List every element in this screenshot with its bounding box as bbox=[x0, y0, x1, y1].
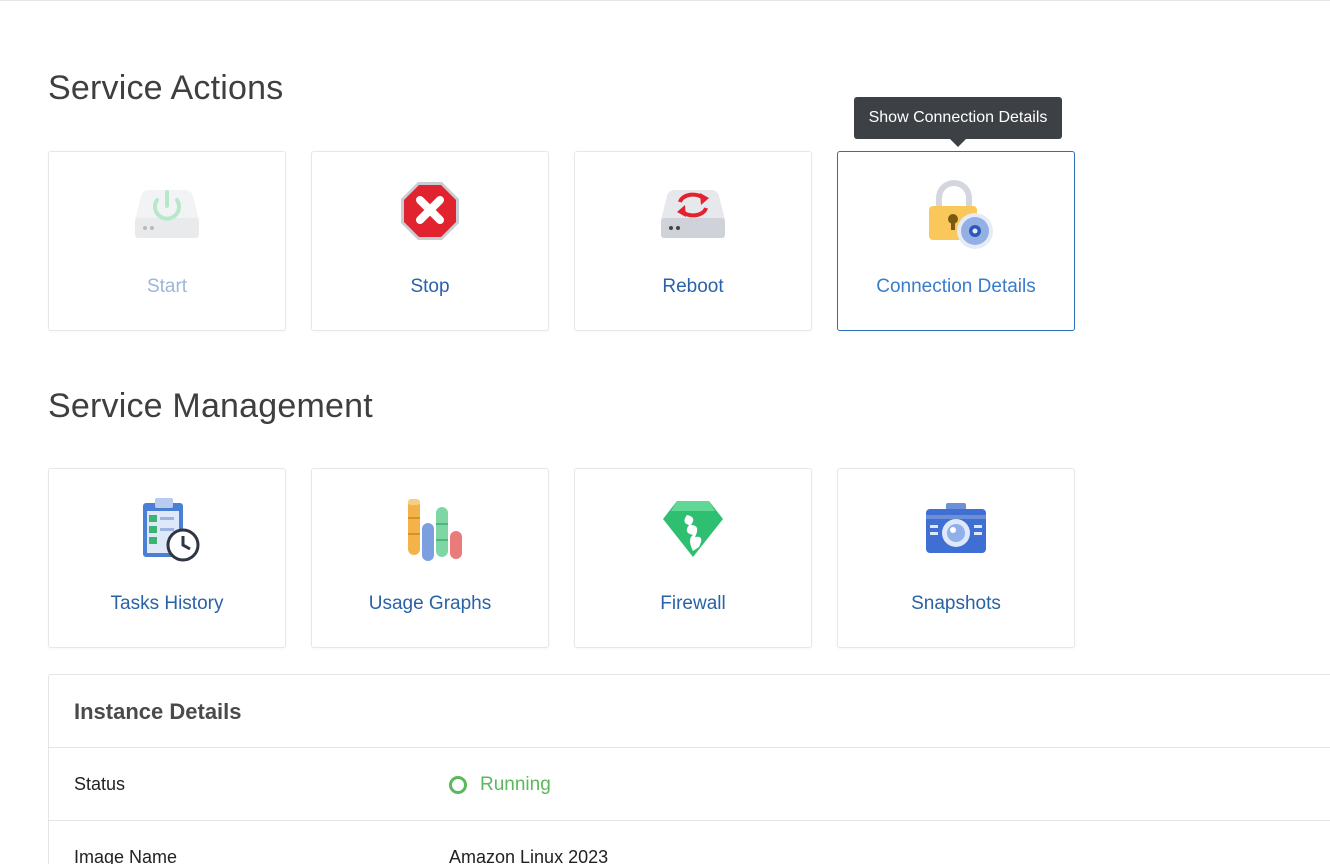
tasks-history-label: Tasks History bbox=[110, 593, 224, 614]
tasks-history-tile[interactable]: Tasks History bbox=[48, 468, 286, 648]
padlock-gear-icon bbox=[929, 180, 993, 249]
reboot-drive-icon bbox=[661, 190, 725, 238]
status-key: Status bbox=[74, 774, 126, 794]
power-drive-icon bbox=[135, 190, 199, 238]
service-actions-title: Service Actions bbox=[48, 69, 284, 107]
firewall-gem-icon bbox=[663, 501, 723, 557]
image-name-key: Image Name bbox=[74, 847, 178, 864]
reboot-tile[interactable]: Reboot bbox=[574, 151, 812, 331]
status-row: Status Running bbox=[49, 748, 1330, 821]
snapshots-label: Snapshots bbox=[911, 593, 1001, 614]
running-status-icon bbox=[449, 776, 467, 794]
usage-graphs-label: Usage Graphs bbox=[368, 593, 492, 614]
stop-label: Stop bbox=[410, 276, 450, 297]
service-management-grid: Tasks History Usage Graphs Firewall Snap… bbox=[48, 468, 1100, 648]
connection-details-label: Connection Details bbox=[876, 276, 1036, 297]
stop-tile[interactable]: Stop bbox=[311, 151, 549, 331]
service-page: Service Actions Start Stop Reboot Connec… bbox=[0, 0, 1330, 864]
status-value: Running bbox=[449, 774, 551, 796]
connection-details-tooltip: Show Connection Details bbox=[854, 97, 1062, 147]
stop-octagon-icon bbox=[401, 182, 459, 240]
service-actions-grid: Start Stop Reboot Connection Details bbox=[48, 151, 1100, 331]
firewall-tile[interactable]: Firewall bbox=[574, 468, 812, 648]
usage-graphs-tile[interactable]: Usage Graphs bbox=[311, 468, 549, 648]
connection-details-tile[interactable]: Connection Details bbox=[837, 151, 1075, 331]
image-name-row: Image Name Amazon Linux 2023 bbox=[49, 821, 1330, 864]
firewall-label: Firewall bbox=[660, 593, 726, 614]
instance-details-panel: Instance Details Status Running Image Na… bbox=[48, 674, 1330, 864]
snapshots-tile[interactable]: Snapshots bbox=[837, 468, 1075, 648]
start-tile[interactable]: Start bbox=[48, 151, 286, 331]
image-name-value: Amazon Linux 2023 bbox=[449, 847, 609, 864]
status-text: Running bbox=[480, 774, 551, 795]
instance-details-title: Instance Details bbox=[49, 675, 1330, 748]
start-label: Start bbox=[146, 276, 188, 297]
clipboard-clock-icon bbox=[143, 498, 200, 562]
bar-cylinders-icon bbox=[408, 499, 462, 561]
reboot-label: Reboot bbox=[662, 276, 724, 297]
service-management-title: Service Management bbox=[48, 387, 373, 425]
camera-icon bbox=[926, 503, 986, 553]
